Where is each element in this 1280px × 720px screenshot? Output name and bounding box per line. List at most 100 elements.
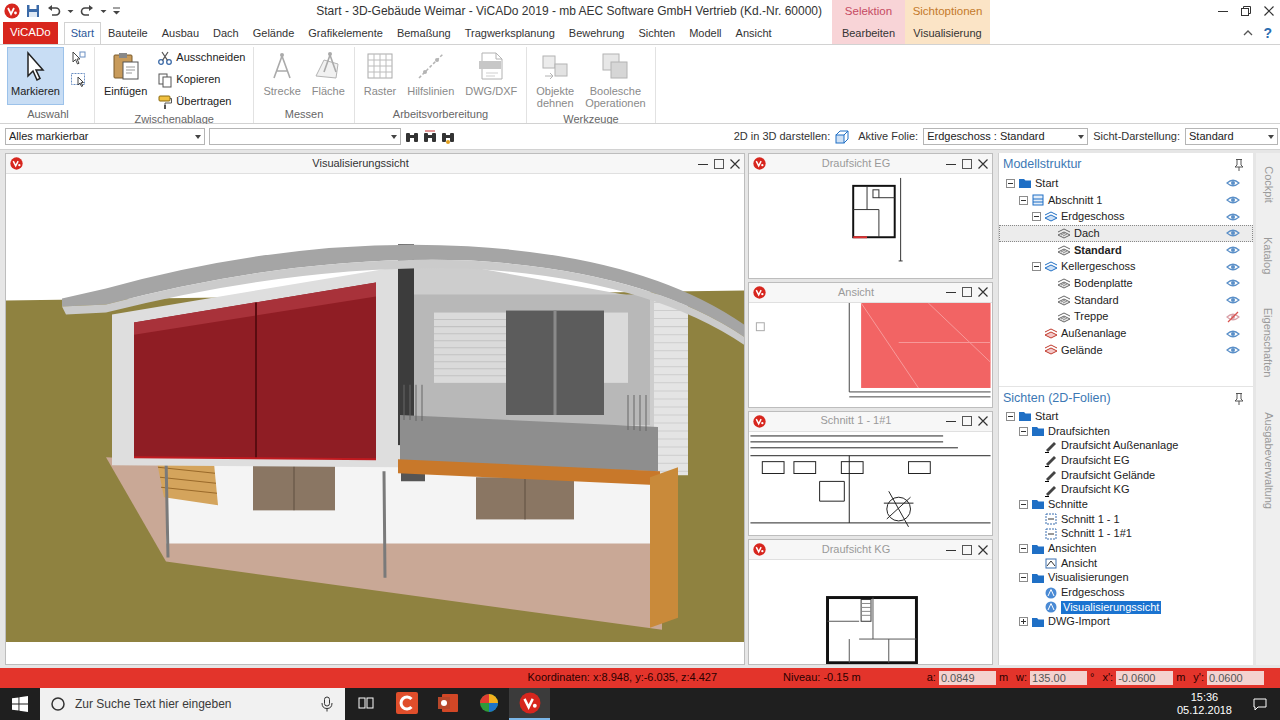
ribbon-tab[interactable]: Dach [206,22,246,44]
ribbon-button-face[interactable]: Ausschneiden [154,48,248,68]
view-canvas[interactable] [6,174,744,664]
view-canvas[interactable] [749,560,992,664]
expand-toggle[interactable] [1019,544,1028,553]
taskbar-app[interactable] [386,688,427,720]
start-button[interactable] [0,688,40,720]
taskbar-app[interactable] [427,688,468,720]
tree-item[interactable]: Draufsichten [999,424,1253,439]
pin-icon[interactable] [1233,158,1245,172]
tree-item[interactable]: Treppe [999,309,1253,326]
restore-icon[interactable] [1234,0,1257,22]
tree-item[interactable]: Dach [999,225,1253,242]
clock[interactable]: 15:3605.12.2018 [1169,688,1240,720]
expand-toggle[interactable] [1019,573,1028,582]
microphone-icon[interactable] [319,696,335,712]
view-window[interactable]: Schnitt 1 - 1#1 [748,411,993,537]
view-canvas[interactable] [749,303,992,407]
status-field-input[interactable]: 0.0849 [939,671,996,685]
tree-item[interactable]: Schnitt 1 - 1 [999,512,1253,527]
side-tab[interactable]: Cockpit [1257,159,1279,210]
find-icon[interactable] [405,130,419,144]
ribbon-button-face[interactable]: Kopieren [154,70,248,90]
expand-toggle[interactable] [1019,617,1028,626]
close-icon[interactable] [978,159,988,169]
tree-item[interactable]: Ansicht [999,556,1253,571]
ribbon-small-button[interactable]: Übertragen [154,92,248,112]
close-icon[interactable] [978,416,988,426]
customize-icon[interactable] [112,3,121,19]
ribbon-small-button[interactable] [67,48,89,68]
pin-icon[interactable] [1233,392,1245,406]
tree-item[interactable]: Erdgeschoss [999,208,1253,225]
undo-icon[interactable] [46,3,62,19]
dropdown-arrow-icon[interactable] [1078,135,1084,139]
ribbon-button[interactable]: Boolesche Operationen [581,47,650,112]
ribbon-button[interactable]: Hilfslinien [403,47,458,105]
ribbon-button-face[interactable]: Raster [360,47,400,105]
side-tab[interactable]: Eigenschaften [1257,301,1279,385]
tree-item[interactable]: Draufsicht Außenanlage [999,438,1253,453]
ribbon-tab[interactable]: Bemaßung [390,22,458,44]
ribbon-button-face[interactable]: Übertragen [154,92,248,112]
eye-icon[interactable] [1226,243,1240,257]
active-layer-select[interactable]: Erdgeschoss : Standard [923,128,1088,145]
ribbon-tab[interactable]: Ausbau [155,22,206,44]
ribbon-button-face[interactable]: Strecke [259,47,304,105]
tree-item[interactable]: Bodenplatte [999,275,1253,292]
ribbon-tab[interactable]: Gelände [246,22,302,44]
ribbon-button-face[interactable]: Objekte dehnen [532,47,578,112]
minimize-icon[interactable] [946,545,956,555]
side-tab[interactable]: Katalog [1257,230,1279,281]
eye-icon[interactable] [1226,276,1240,290]
tree-item[interactable]: Draufsicht KG [999,482,1253,497]
ribbon-button-face[interactable] [67,70,89,90]
expand-toggle[interactable] [1032,262,1041,271]
ribbon-button[interactable]: Markieren [7,47,64,105]
expand-toggle[interactable] [1019,196,1028,205]
ribbon-tab[interactable]: Start [64,22,101,44]
ribbon-tab[interactable]: Sichten [631,22,682,44]
minimize-icon[interactable] [946,287,956,297]
status-field-input[interactable]: 135.00 [1030,671,1087,685]
ribbon-small-button[interactable]: Kopieren [154,70,248,90]
tree-item[interactable]: Schnitte [999,497,1253,512]
ribbon-small-button[interactable] [67,70,89,90]
eye-icon[interactable] [1226,260,1240,274]
tree-item[interactable]: Start [999,175,1253,192]
tree-item[interactable]: Standard [999,292,1253,309]
expand-toggle[interactable] [1006,179,1015,188]
ribbon-tab[interactable]: Tragwerksplanung [458,22,562,44]
ribbon-button[interactable]: Fläche [308,47,349,105]
maximize-icon[interactable] [962,416,972,426]
eye-hidden-icon[interactable] [1226,310,1240,324]
find-previous-icon[interactable] [423,130,437,144]
maximize-icon[interactable] [962,287,972,297]
dropdown-arrow-icon[interactable] [1268,135,1274,139]
task-view-button[interactable] [345,688,386,720]
selection-filter-select[interactable]: Alles markierbar [5,128,205,145]
tree-item[interactable]: Kellergeschoss [999,258,1253,275]
view-canvas[interactable] [749,432,992,536]
dropdown-arrow-icon[interactable] [195,135,201,139]
ribbon-button[interactable]: DWG/DXF [461,47,521,105]
eye-icon[interactable] [1226,343,1240,357]
minimize-icon[interactable] [946,416,956,426]
maximize-icon[interactable] [962,159,972,169]
display-mode-select[interactable]: Standard [1185,128,1278,145]
close-icon[interactable] [978,545,988,555]
close-icon[interactable] [1257,0,1280,22]
ribbon-tab[interactable]: Bauteile [101,22,155,44]
taskbar-app[interactable] [509,688,550,720]
tree-item[interactable]: Ansichten [999,541,1253,556]
ribbon-button-face[interactable]: DWG/DXF [461,47,521,105]
ribbon-tab[interactable]: Bewehrung [562,22,632,44]
tree-item[interactable]: Draufsicht Gelände [999,468,1253,483]
taskbar-search[interactable]: Zur Suche Text hier eingeben [40,688,345,720]
eye-icon[interactable] [1226,226,1240,240]
ribbon-tab[interactable]: Ansicht [729,22,779,44]
close-icon[interactable] [978,287,988,297]
eye-icon[interactable] [1226,293,1240,307]
save-icon[interactable] [25,3,41,19]
tree-item[interactable]: Standard [999,242,1253,259]
minimize-icon[interactable] [1211,0,1234,22]
